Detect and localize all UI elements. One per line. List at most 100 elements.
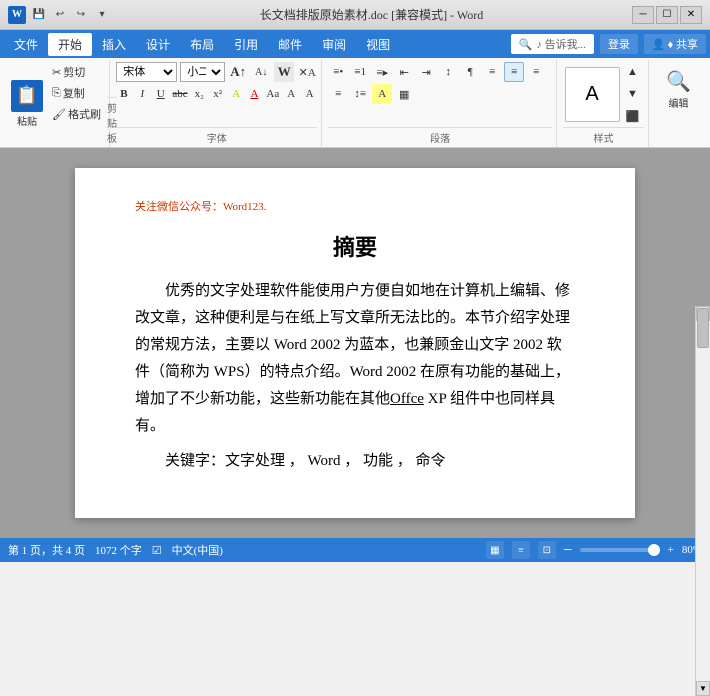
copy-button[interactable]: ⎘ 复制 [48, 83, 105, 103]
header-text: 关注微信公众号：Word123. [135, 198, 575, 214]
menu-mailings[interactable]: 邮件 [268, 33, 312, 56]
ribbon: 📋 粘贴 ✂ 剪切 ⎘ 复制 🖌 格式刷 剪贴板 宋体 小二 A↑ A↓ [0, 58, 710, 148]
cut-button[interactable]: ✂ 剪切 [48, 62, 105, 82]
decrease-indent-button[interactable]: ⇤ [394, 62, 414, 82]
app-icon: W [8, 6, 26, 24]
italic-button[interactable]: I [135, 84, 150, 104]
menu-home[interactable]: 开始 [48, 33, 92, 56]
clipboard-sub: ✂ 剪切 ⎘ 复制 🖌 格式刷 [48, 62, 105, 145]
title-bar-left: W 💾 ↩ ↪ ▾ [8, 6, 111, 24]
scroll-thumb[interactable] [697, 308, 709, 348]
sort-button[interactable]: ↕ [438, 62, 458, 82]
menu-references[interactable]: 引用 [224, 33, 268, 56]
show-marks-button[interactable]: ¶ [460, 62, 480, 82]
phonetic-button[interactable]: A [284, 84, 299, 104]
menu-file[interactable]: 文件 [4, 33, 48, 56]
list-bullet-button[interactable]: ≡• [328, 62, 348, 82]
language: 中文(中国) [172, 542, 223, 558]
styles-down-button[interactable]: ▼ [623, 84, 643, 104]
menu-design[interactable]: 设计 [136, 33, 180, 56]
bold-button[interactable]: B [116, 84, 131, 104]
document-page: 关注微信公众号：Word123. 摘要 优秀的文字处理软件能使用户方便自如地在计… [75, 168, 635, 518]
edit-group-label [655, 143, 702, 145]
align-center-button[interactable]: ≡ [504, 62, 524, 82]
menu-review[interactable]: 审阅 [312, 33, 356, 56]
menu-view[interactable]: 视图 [356, 33, 400, 56]
strikethrough-button[interactable]: abc [171, 84, 188, 104]
border-button[interactable]: ▦ [394, 84, 414, 104]
menu-insert[interactable]: 插入 [92, 33, 136, 56]
status-bar: 第 1 页，共 4 页 1072 个字 ☑ 中文(中国) ▦ ≡ ⊡ ─ + 8… [0, 538, 710, 562]
vertical-scrollbar[interactable]: ▲ ▼ [695, 306, 710, 696]
document-title: 摘要 [135, 230, 575, 262]
font-name-row: 宋体 小二 A↑ A↓ W ✕A [116, 62, 317, 82]
font-display-button[interactable]: W [274, 62, 294, 82]
zoom-thumb[interactable] [648, 544, 660, 556]
zoom-minus-button[interactable]: ─ [564, 544, 572, 556]
underline-button[interactable]: U [153, 84, 168, 104]
ribbon-group-paragraph: ≡• ≡1 ≡▸ ⇤ ⇥ ↕ ¶ ≡ ≡ ≡ ≡ ↕≡ A ▦ 段落 [324, 60, 557, 147]
page-info: 第 1 页，共 4 页 [8, 542, 85, 558]
share-icon: 👤 [652, 38, 666, 51]
edit-label: 编辑 [669, 95, 689, 110]
word-count: 1072 个字 [95, 542, 142, 558]
view-print-button[interactable]: ▦ [486, 541, 504, 559]
line-spacing-button[interactable]: ↕≡ [350, 84, 370, 104]
share-button[interactable]: 👤 ♦ 共享 [644, 34, 706, 54]
window-controls: ─ ☐ ✕ [632, 6, 702, 24]
ribbon-group-clipboard: 📋 粘贴 ✂ 剪切 ⎘ 复制 🖌 格式刷 剪贴板 [4, 60, 110, 147]
ask-box[interactable]: 🔍 ♪ 告诉我... [511, 34, 594, 54]
styles-more-button[interactable]: ⬛ [623, 106, 643, 126]
view-read-button[interactable]: ⊡ [538, 541, 556, 559]
main-area: 关注微信公众号：Word123. 摘要 优秀的文字处理软件能使用户方便自如地在计… [0, 148, 710, 538]
restore-button[interactable]: ☐ [656, 6, 678, 24]
status-right: ▦ ≡ ⊡ ─ + 80% [486, 541, 702, 559]
justify-button[interactable]: ≡ [328, 84, 348, 104]
menu-bar-right: 🔍 ♪ 告诉我... 登录 👤 ♦ 共享 [511, 34, 706, 54]
close-button[interactable]: ✕ [680, 6, 702, 24]
list-multilevel-button[interactable]: ≡▸ [372, 62, 392, 82]
undo-button[interactable]: ↩ [51, 6, 69, 24]
increase-indent-button[interactable]: ⇥ [416, 62, 436, 82]
zoom-plus-button[interactable]: + [668, 544, 674, 556]
ribbon-content: 📋 粘贴 ✂ 剪切 ⎘ 复制 🖌 格式刷 剪贴板 宋体 小二 A↑ A↓ [4, 60, 706, 147]
ribbon-group-font: 宋体 小二 A↑ A↓ W ✕A B I U abc x₂ x² A A Aa [112, 60, 322, 147]
share-label: ♦ 共享 [668, 36, 698, 52]
char-border-button[interactable]: A [302, 84, 317, 104]
font-size-decrease-button[interactable]: A↓ [251, 62, 271, 82]
redo-button[interactable]: ↪ [72, 6, 90, 24]
font-name-select[interactable]: 宋体 [116, 62, 177, 82]
menu-layout[interactable]: 布局 [180, 33, 224, 56]
font-color-button[interactable]: A [247, 84, 262, 104]
zoom-slider[interactable] [580, 548, 660, 552]
styles-up-button[interactable]: ▲ [623, 62, 643, 82]
login-button[interactable]: 登录 [600, 34, 638, 54]
paste-label: 粘贴 [17, 113, 37, 128]
paragraph-label: 段落 [328, 127, 552, 145]
char-spacing-button[interactable]: Aa [265, 84, 280, 104]
scroll-down-arrow[interactable]: ▼ [696, 681, 710, 696]
save-button[interactable]: 💾 [30, 6, 48, 24]
font-size-increase-button[interactable]: A↑ [228, 62, 248, 82]
view-web-button[interactable]: ≡ [512, 541, 530, 559]
find-button[interactable]: 🔍 编辑 [660, 62, 698, 115]
qa-dropdown-button[interactable]: ▾ [93, 6, 111, 24]
align-left-button[interactable]: ≡ [482, 62, 502, 82]
font-format-row: B I U abc x₂ x² A A Aa A A [116, 84, 317, 104]
list-number-button[interactable]: ≡1 [350, 62, 370, 82]
text-highlight-button[interactable]: A [228, 84, 243, 104]
document-body: 优秀的文字处理软件能使用户方便自如地在计算机上编辑、修改文章，这种便利是与在纸上… [135, 278, 575, 440]
format-painter-button[interactable]: 🖌 格式刷 [48, 104, 105, 124]
superscript-button[interactable]: x² [210, 84, 225, 104]
minimize-button[interactable]: ─ [632, 6, 654, 24]
document-area[interactable]: 关注微信公众号：Word123. 摘要 优秀的文字处理软件能使用户方便自如地在计… [0, 148, 710, 538]
clear-format-button[interactable]: ✕A [297, 62, 317, 82]
align-right-button[interactable]: ≡ [526, 62, 546, 82]
shading-button[interactable]: A [372, 84, 392, 104]
font-size-select[interactable]: 小二 [180, 62, 225, 82]
paste-icon: 📋 [11, 80, 43, 112]
paste-button[interactable]: 📋 粘贴 [8, 62, 46, 145]
style-normal-button[interactable]: A [565, 67, 620, 122]
ask-placeholder: ♪ 告诉我... [536, 36, 586, 52]
subscript-button[interactable]: x₂ [192, 84, 207, 104]
